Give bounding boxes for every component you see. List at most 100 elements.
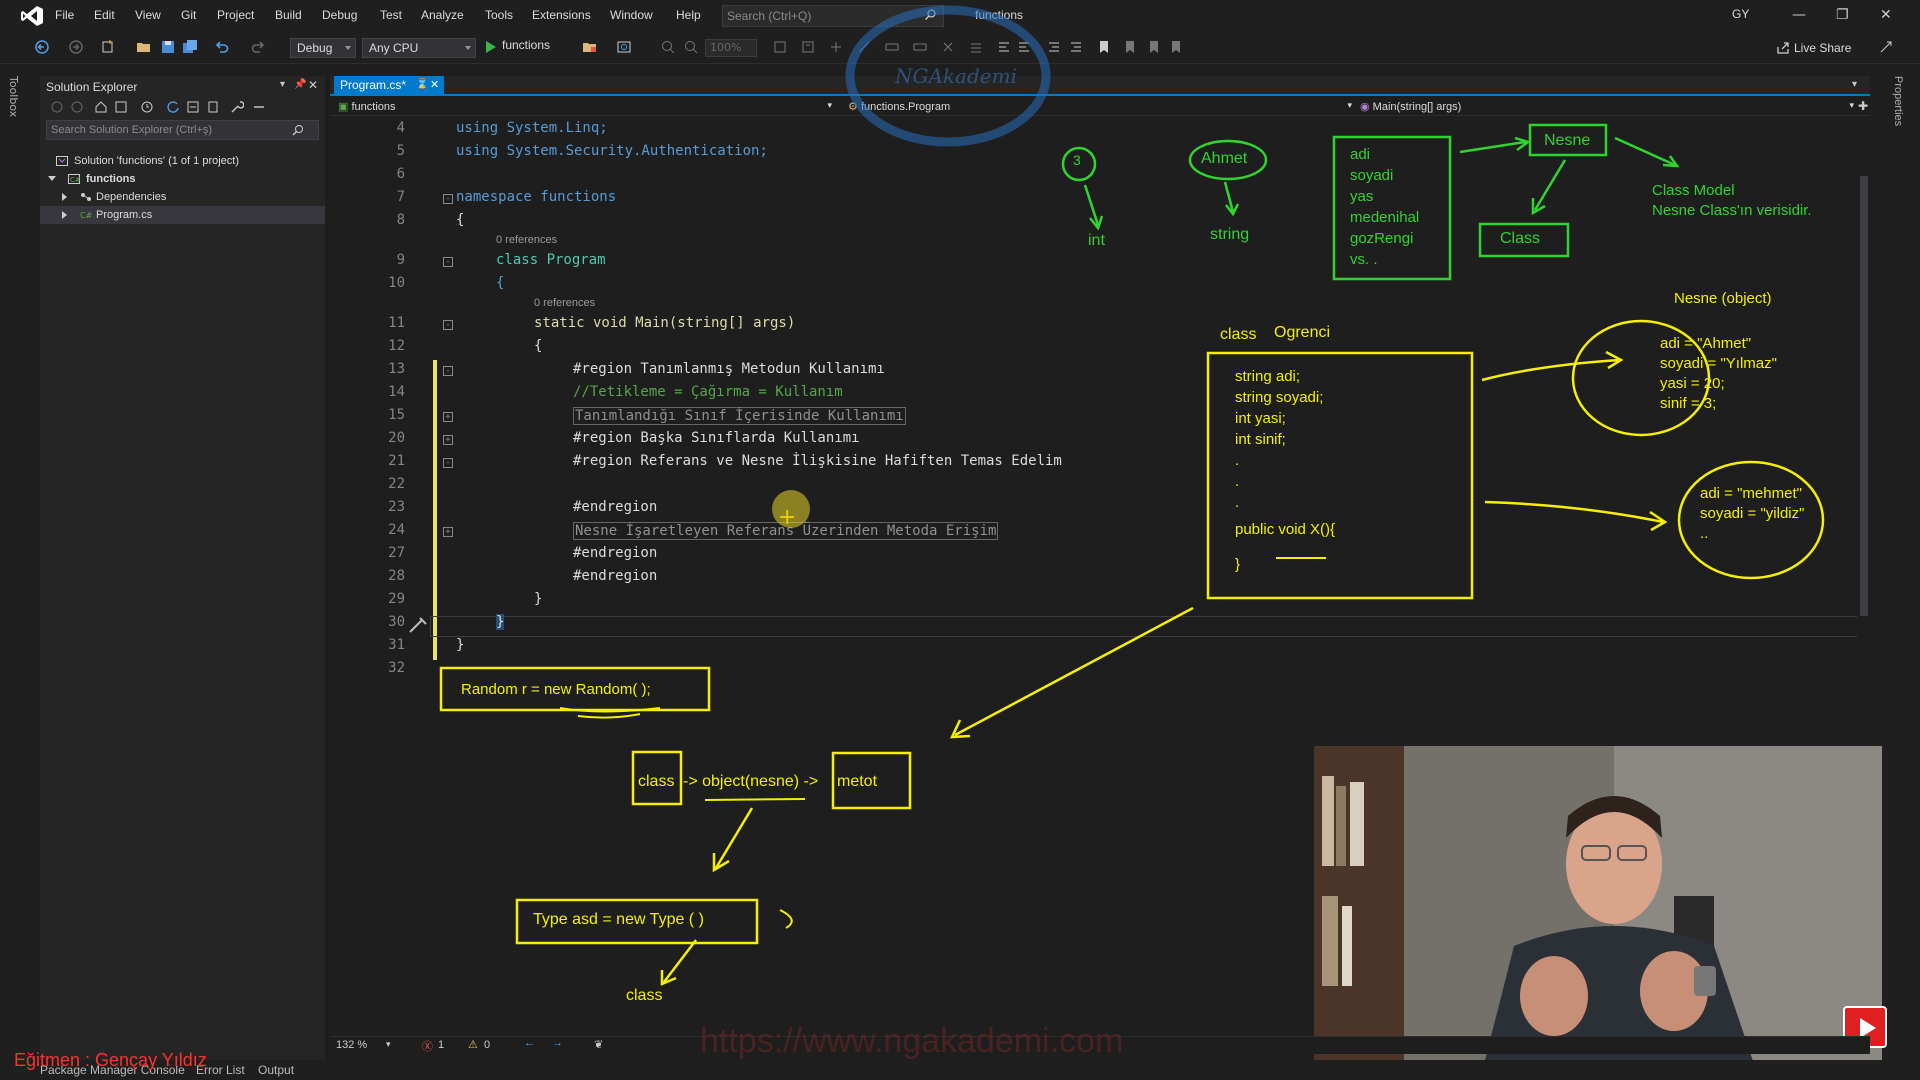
warning-icon[interactable]: ⚠ [468, 1038, 478, 1051]
solution-search-input[interactable]: Search Solution Explorer (Ctrl+ş) [46, 120, 319, 140]
git-branch-icon[interactable]: ❦ [594, 1038, 603, 1051]
pin-icon[interactable]: ⌛ [416, 79, 428, 90]
menu-edit[interactable]: Edit [94, 8, 115, 22]
configuration-select[interactable]: Debug [290, 38, 356, 58]
fold-toggle-icon[interactable]: - [443, 458, 453, 468]
toolbar-icon-g[interactable] [940, 39, 956, 55]
toolbar-icon-f[interactable] [912, 39, 928, 55]
menu-tools[interactable]: Tools [485, 8, 513, 22]
hot-reload-icon[interactable] [616, 39, 632, 55]
chevron-down-icon[interactable]: ▾ [280, 79, 285, 90]
start-debugging-button[interactable]: functions [484, 38, 550, 58]
menu-extensions[interactable]: Extensions [532, 8, 591, 22]
tab-output[interactable]: Output [258, 1063, 294, 1077]
chevron-down-icon[interactable]: ▾ [386, 1039, 391, 1050]
arrow-right-icon[interactable]: → [552, 1037, 563, 1049]
show-all-files-icon[interactable] [206, 100, 220, 114]
quick-action-icon[interactable] [406, 614, 430, 636]
menu-window[interactable]: Window [610, 8, 653, 22]
home-icon[interactable] [94, 100, 108, 114]
fold-toggle-icon[interactable]: + [443, 527, 453, 537]
new-project-icon[interactable] [100, 39, 116, 55]
toolbar-icon-e[interactable] [884, 39, 900, 55]
pin-icon[interactable]: 📌 [294, 79, 306, 90]
split-editor-icon[interactable]: ✚ [1858, 99, 1868, 113]
project-nav-select[interactable]: ▣ functions ▾ [334, 99, 834, 115]
uncomment-icon[interactable] [1016, 39, 1032, 55]
user-avatar[interactable]: GY [1732, 7, 1749, 21]
comment-out-icon[interactable] [996, 39, 1012, 55]
open-folder-icon[interactable] [136, 39, 152, 55]
tree-project[interactable]: C# functions [40, 170, 325, 188]
search-input[interactable]: Search (Ctrl+Q) [722, 5, 944, 27]
outdent-icon[interactable] [1046, 39, 1062, 55]
refresh-icon[interactable] [166, 100, 180, 114]
prev-bookmark-icon[interactable] [1122, 39, 1138, 55]
collapse-all-icon[interactable] [186, 100, 200, 114]
browse-folder-icon[interactable] [582, 39, 598, 55]
forward-icon[interactable] [68, 39, 84, 55]
back-icon[interactable] [50, 100, 64, 114]
menu-project[interactable]: Project [217, 8, 254, 22]
save-all-icon[interactable] [182, 39, 198, 55]
collapsed-region[interactable]: Tanımlandığı Sınıf İçerisinde Kullanımı [573, 407, 906, 425]
member-nav-select[interactable]: ◉ Main(string[] args) ▾ [1356, 99, 1856, 115]
zoom-out-icon[interactable] [683, 39, 699, 55]
tab-program-cs[interactable]: Program.cs* ⌛ ✕ [334, 76, 444, 96]
fold-toggle-icon[interactable]: + [443, 435, 453, 445]
back-icon[interactable] [34, 39, 50, 55]
tree-dependencies[interactable]: Dependencies [40, 188, 325, 206]
search-icon[interactable] [292, 124, 304, 136]
expand-arrow-icon[interactable] [62, 211, 67, 219]
search-icon[interactable] [925, 9, 936, 20]
restore-icon[interactable]: ❐ [1836, 7, 1849, 23]
tree-solution[interactable]: Solution 'functions' (1 of 1 project) [40, 152, 325, 170]
menu-build[interactable]: Build [275, 8, 302, 22]
zoom-level[interactable]: 132 % [336, 1039, 367, 1051]
zoom-in-icon[interactable] [660, 39, 676, 55]
forward-icon[interactable] [70, 100, 84, 114]
minimize-icon[interactable]: — [1792, 7, 1806, 23]
properties-tab[interactable]: Properties [1892, 76, 1904, 126]
minus-icon[interactable] [252, 100, 266, 114]
save-icon[interactable] [160, 39, 176, 55]
menu-analyze[interactable]: Analyze [421, 8, 464, 22]
error-icon[interactable]: Ⓧ [422, 1038, 433, 1054]
arrow-left-icon[interactable]: ← [524, 1037, 535, 1049]
fold-toggle-icon[interactable]: - [443, 194, 453, 204]
toolbox-tab[interactable]: Toolbox [7, 76, 20, 117]
expand-arrow-icon[interactable] [62, 193, 67, 201]
scroll-thumb[interactable] [1860, 176, 1868, 616]
redo-icon[interactable] [250, 39, 266, 55]
expand-arrow-icon[interactable] [48, 176, 56, 181]
platform-select[interactable]: Any CPU [362, 38, 476, 58]
fold-toggle-icon[interactable]: + [443, 412, 453, 422]
toolbar-icon-d[interactable] [856, 39, 872, 55]
feedback-icon[interactable] [1878, 39, 1894, 55]
class-nav-select[interactable]: ⚙ functions.Program ▾ [844, 99, 1354, 115]
indent-icon[interactable] [1068, 39, 1084, 55]
visual-studio-logo-icon[interactable] [20, 5, 44, 27]
tab-overflow-icon[interactable]: ▾ [1852, 79, 1857, 90]
tree-program-cs[interactable]: C# Program.cs [40, 206, 325, 224]
clear-bookmarks-icon[interactable] [1168, 39, 1184, 55]
fold-toggle-icon[interactable]: - [443, 366, 453, 376]
toolbar-icon-a[interactable] [772, 39, 788, 55]
menu-help[interactable]: Help [676, 8, 701, 22]
close-panel-icon[interactable]: ✕ [308, 78, 318, 92]
fold-toggle-icon[interactable]: - [443, 257, 453, 267]
switch-views-icon[interactable] [114, 100, 128, 114]
codelens-references[interactable]: 0 references [496, 234, 557, 246]
menu-debug[interactable]: Debug [322, 8, 357, 22]
undo-icon[interactable] [214, 39, 230, 55]
menu-file[interactable]: File [55, 8, 74, 22]
menu-git[interactable]: Git [181, 8, 196, 22]
toolbar-icon-c[interactable] [828, 39, 844, 55]
menu-test[interactable]: Test [380, 8, 402, 22]
fold-toggle-icon[interactable]: - [443, 320, 453, 330]
bookmark-icon[interactable] [1096, 39, 1112, 55]
history-icon[interactable] [140, 100, 154, 114]
properties-wrench-icon[interactable] [230, 100, 244, 114]
menu-view[interactable]: View [135, 8, 161, 22]
zoom-select[interactable]: 100% [705, 39, 757, 57]
